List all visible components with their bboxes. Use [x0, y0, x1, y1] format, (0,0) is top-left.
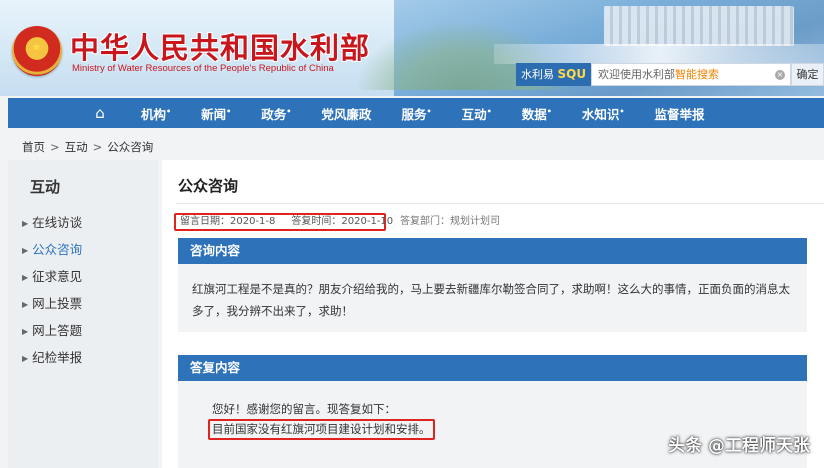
- triangle-right-icon: ▶: [22, 273, 29, 282]
- triangle-right-icon: ▶: [22, 354, 29, 363]
- search-brand-logo: 水利易 SQU: [516, 63, 591, 86]
- header-dam-decoration: [604, 6, 794, 46]
- search-placeholder-highlight: 智能搜索: [675, 68, 719, 81]
- title-divider: [176, 203, 824, 204]
- question-content: 红旗河工程是不是真的？朋友介绍给我的，马上要去新疆库尔勒签合同了，求助啊！这么大…: [178, 264, 807, 332]
- answer-text-highlight: 目前国家没有红旗河项目建设计划和安排。: [208, 419, 435, 440]
- national-emblem-icon[interactable]: ★: [12, 26, 62, 76]
- search-bar: 水利易 SQU 欢迎使用水利部智能搜索 × 确定: [516, 63, 824, 86]
- nav-item-dangfeng[interactable]: 党风廉政: [306, 104, 386, 123]
- triangle-right-icon: ▶: [22, 327, 29, 336]
- watermark: 头条 @工程师天张: [668, 436, 810, 456]
- nav-item-zhengwu[interactable]: 政务•: [246, 104, 306, 123]
- main-content: 公众咨询 留言日期：2020-1-8 答复时间：2020-1-10 答复部门：规划…: [162, 160, 824, 468]
- sidebar-item-gongzhong-zixun[interactable]: ▶ 公众咨询: [22, 239, 82, 266]
- nav-item-jiandu[interactable]: 监督举报: [640, 104, 720, 123]
- nav-item-shuju[interactable]: 数据•: [507, 104, 567, 123]
- sidebar: 互动 ▶ 在线访谈 ▶ 公众咨询 ▶ 征求意见 ▶ 网上投票 ▶ 网上答题 ▶ 纪检举报: [8, 160, 158, 468]
- site-header: ★ 中华人民共和国水利部 Ministry of Water Resources…: [0, 0, 824, 96]
- answer-heading: 答复内容: [178, 355, 807, 381]
- breadcrumb-home[interactable]: 首页: [22, 140, 45, 154]
- answer-greeting: 您好！感谢您的留言。现答复如下：: [212, 402, 396, 416]
- breadcrumb: 首页 > 互动 > 公众咨询: [22, 139, 153, 155]
- search-placeholder-prefix: 欢迎使用水利部: [598, 68, 675, 81]
- sidebar-item-jijian-jubao[interactable]: ▶ 纪检举报: [22, 347, 82, 374]
- breadcrumb-separator: >: [50, 140, 60, 154]
- sidebar-item-wangshang-dati[interactable]: ▶ 网上答题: [22, 320, 82, 347]
- site-title[interactable]: 中华人民共和国水利部: [70, 25, 370, 67]
- sidebar-item-wangshang-toupiao[interactable]: ▶ 网上投票: [22, 293, 82, 320]
- nav-item-fuwu[interactable]: 服务•: [386, 104, 446, 123]
- nav-item-xinwen[interactable]: 新闻•: [186, 104, 246, 123]
- triangle-right-icon: ▶: [22, 300, 29, 309]
- search-brand-prefix: 水利易: [521, 68, 554, 81]
- search-submit-button[interactable]: 确定: [791, 63, 824, 86]
- message-date: 留言日期：2020-1-8: [180, 216, 276, 227]
- main-nav: ⌂ 机构• 新闻• 政务• 党风廉政 服务• 互动• 数据• 水知识• 监督举报: [8, 98, 824, 128]
- breadcrumb-current[interactable]: 公众咨询: [107, 140, 153, 154]
- nav-item-shuizhishi[interactable]: 水知识•: [567, 104, 640, 123]
- site-subtitle: Ministry of Water Resources of the Peopl…: [72, 63, 334, 74]
- nav-item-hudong[interactable]: 互动•: [447, 104, 507, 123]
- close-icon[interactable]: ×: [775, 70, 785, 80]
- sidebar-item-zhengqiu-yijian[interactable]: ▶ 征求意见: [22, 266, 82, 293]
- nav-item-jigou[interactable]: 机构•: [126, 104, 186, 123]
- breadcrumb-separator: >: [92, 140, 103, 154]
- sidebar-list: ▶ 在线访谈 ▶ 公众咨询 ▶ 征求意见 ▶ 网上投票 ▶ 网上答题 ▶ 纪检举报: [22, 212, 82, 374]
- breadcrumb-hudong[interactable]: 互动: [65, 140, 88, 154]
- reply-date: 答复时间：2020-1-10: [291, 216, 394, 227]
- question-heading: 咨询内容: [178, 238, 807, 264]
- reply-department: 答复部门：规划计划司: [400, 216, 500, 227]
- sidebar-item-zaixian-fangtan[interactable]: ▶ 在线访谈: [22, 212, 82, 239]
- home-icon[interactable]: ⌂: [74, 104, 126, 122]
- search-input[interactable]: 欢迎使用水利部智能搜索 ×: [591, 63, 791, 86]
- triangle-right-icon: ▶: [22, 219, 29, 228]
- sidebar-title: 互动: [30, 178, 61, 196]
- header-water-decoration: [494, 44, 824, 64]
- date-info-highlight: 留言日期：2020-1-8 答复时间：2020-1-10: [174, 213, 393, 231]
- search-brand-suffix: SQU: [557, 67, 587, 81]
- page-title: 公众咨询: [178, 177, 239, 195]
- triangle-right-icon: ▶: [22, 246, 29, 255]
